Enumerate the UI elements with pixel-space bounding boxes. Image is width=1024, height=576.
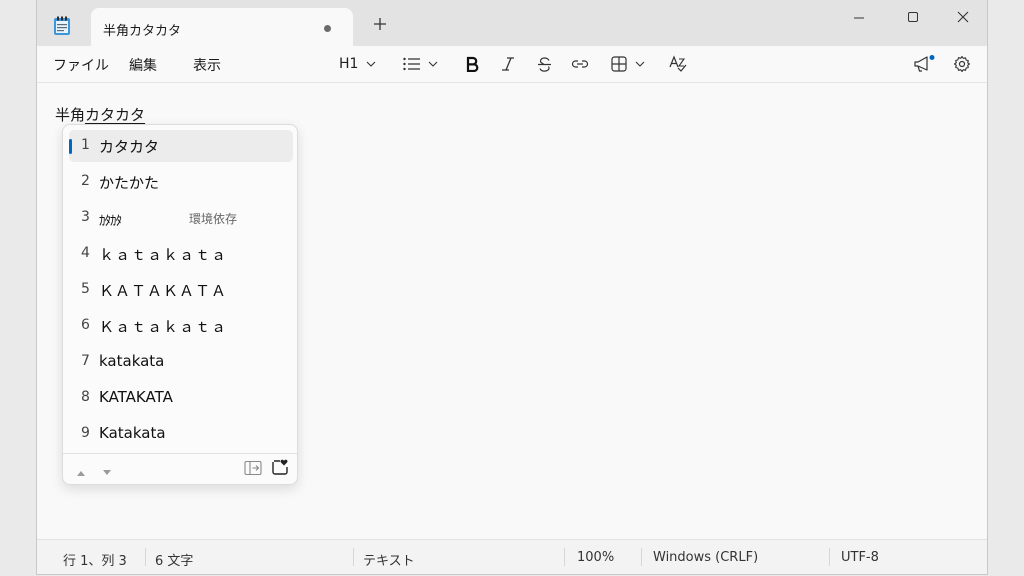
selection-indicator [69, 139, 72, 154]
emoji-heart-icon[interactable] [271, 458, 289, 480]
clear-formatting-button[interactable] [669, 54, 687, 74]
bold-icon [466, 56, 479, 72]
status-divider [145, 548, 146, 566]
ime-candidate-window: 1 カタカタ 2 かたかた 3 ｶﾀｶﾀ 環境依存 4 ｋａｔａｋａｔａ 5 Ｋ… [62, 124, 298, 485]
ime-candidate[interactable]: 1 カタカタ [69, 130, 293, 162]
ime-divider [63, 453, 297, 454]
megaphone-icon [914, 55, 935, 72]
heading-dropdown[interactable]: H1 [339, 54, 376, 74]
ime-candidate[interactable]: 7 katakata [69, 346, 293, 378]
tab-title: 半角カタカタ [103, 24, 182, 39]
expand-view-icon[interactable] [244, 460, 262, 480]
editor-committed-text: 半角 [55, 106, 86, 124]
chevron-down-icon [428, 61, 438, 67]
character-count: 6 文字 [155, 554, 194, 569]
line-ending[interactable]: Windows (CRLF) [653, 550, 758, 565]
notepad-app-icon [53, 16, 71, 36]
bullet-list-icon [403, 57, 420, 71]
candidate-number: 5 [81, 281, 90, 297]
page-up-arrow-icon[interactable] [75, 463, 87, 482]
ime-candidate[interactable]: 8 KATAKATA [69, 382, 293, 414]
cursor-position: 行 1、列 3 [63, 554, 127, 569]
link-icon [571, 60, 589, 68]
italic-button[interactable] [501, 54, 515, 74]
status-divider [829, 548, 830, 566]
strikethrough-icon [538, 57, 551, 72]
text-format[interactable]: テキスト [363, 550, 415, 569]
clear-formatting-icon [669, 55, 687, 72]
bold-button[interactable] [465, 54, 479, 74]
chevron-down-icon [635, 61, 645, 67]
candidate-text: ＫＡＴＡＫＡＴＡ [99, 282, 228, 300]
minimize-icon[interactable] [847, 8, 871, 28]
candidate-number: 8 [81, 389, 90, 405]
zoom-level[interactable]: 100% [577, 550, 614, 565]
unsaved-dot-icon[interactable] [324, 25, 331, 32]
new-tab-plus-icon[interactable] [373, 16, 387, 36]
menu-view[interactable]: 表示 [193, 55, 221, 75]
strikethrough-button[interactable] [537, 54, 552, 74]
candidate-text: katakata [99, 352, 165, 370]
italic-icon [502, 57, 514, 71]
gear-icon [953, 55, 971, 73]
status-bar: 行 1、列 3 6 文字 テキスト 100% Windows (CRLF) UT… [37, 539, 987, 574]
list-dropdown[interactable] [403, 54, 438, 74]
menu-file[interactable]: ファイル [53, 55, 109, 75]
menu-edit[interactable]: 編集 [129, 55, 157, 75]
maximize-icon[interactable] [901, 8, 925, 28]
close-icon[interactable] [951, 8, 975, 28]
status-divider [353, 548, 354, 566]
notepad-window: 半角カタカタ ファイル 編集 表示 H1 半角カタカタ 1 カタカタ 2 かたか… [36, 0, 988, 575]
table-icon [611, 56, 627, 72]
candidate-text: KATAKATA [99, 388, 173, 406]
ime-candidate[interactable]: 5 ＫＡＴＡＫＡＴＡ [69, 274, 293, 306]
menu-toolbar: ファイル 編集 表示 H1 [37, 46, 987, 83]
candidate-text: Ｋａｔａｋａｔａ [99, 318, 228, 336]
tab-document[interactable]: 半角カタカタ [91, 8, 353, 46]
candidate-number: 4 [81, 245, 90, 261]
ime-candidate[interactable]: 6 Ｋａｔａｋａｔａ [69, 310, 293, 342]
candidate-number: 6 [81, 317, 90, 333]
candidate-number: 3 [81, 209, 90, 225]
candidate-text: カタカタ [99, 138, 160, 156]
chevron-down-icon [367, 61, 376, 67]
editor-text-line[interactable]: 半角カタカタ [55, 104, 145, 125]
candidate-text: Katakata [99, 424, 166, 442]
candidate-text: ｋａｔａｋａｔａ [99, 246, 228, 264]
candidate-text: かたかた [99, 174, 160, 192]
status-divider [564, 548, 565, 566]
settings-button[interactable] [953, 54, 971, 74]
candidate-number: 7 [81, 353, 90, 369]
ime-candidate[interactable]: 4 ｋａｔａｋａｔａ [69, 238, 293, 270]
candidate-number: 9 [81, 425, 90, 441]
page-down-arrow-icon[interactable] [101, 463, 113, 482]
ime-candidate[interactable]: 3 ｶﾀｶﾀ 環境依存 [69, 202, 293, 234]
copilot-notification-button[interactable] [913, 54, 935, 74]
status-divider [641, 548, 642, 566]
candidate-note: 環境依存 [189, 212, 238, 226]
heading-label: H1 [339, 56, 359, 72]
ime-composition-text: カタカタ [85, 106, 146, 124]
encoding[interactable]: UTF-8 [841, 550, 879, 565]
title-bar: 半角カタカタ [37, 0, 987, 46]
candidate-number: 1 [81, 137, 90, 153]
ime-candidate[interactable]: 2 かたかた [69, 166, 293, 198]
candidate-text: ｶﾀｶﾀ [99, 214, 122, 229]
ime-candidate[interactable]: 9 Katakata [69, 418, 293, 450]
link-button[interactable] [571, 54, 589, 74]
candidate-number: 2 [81, 173, 90, 189]
table-dropdown[interactable] [611, 54, 645, 74]
